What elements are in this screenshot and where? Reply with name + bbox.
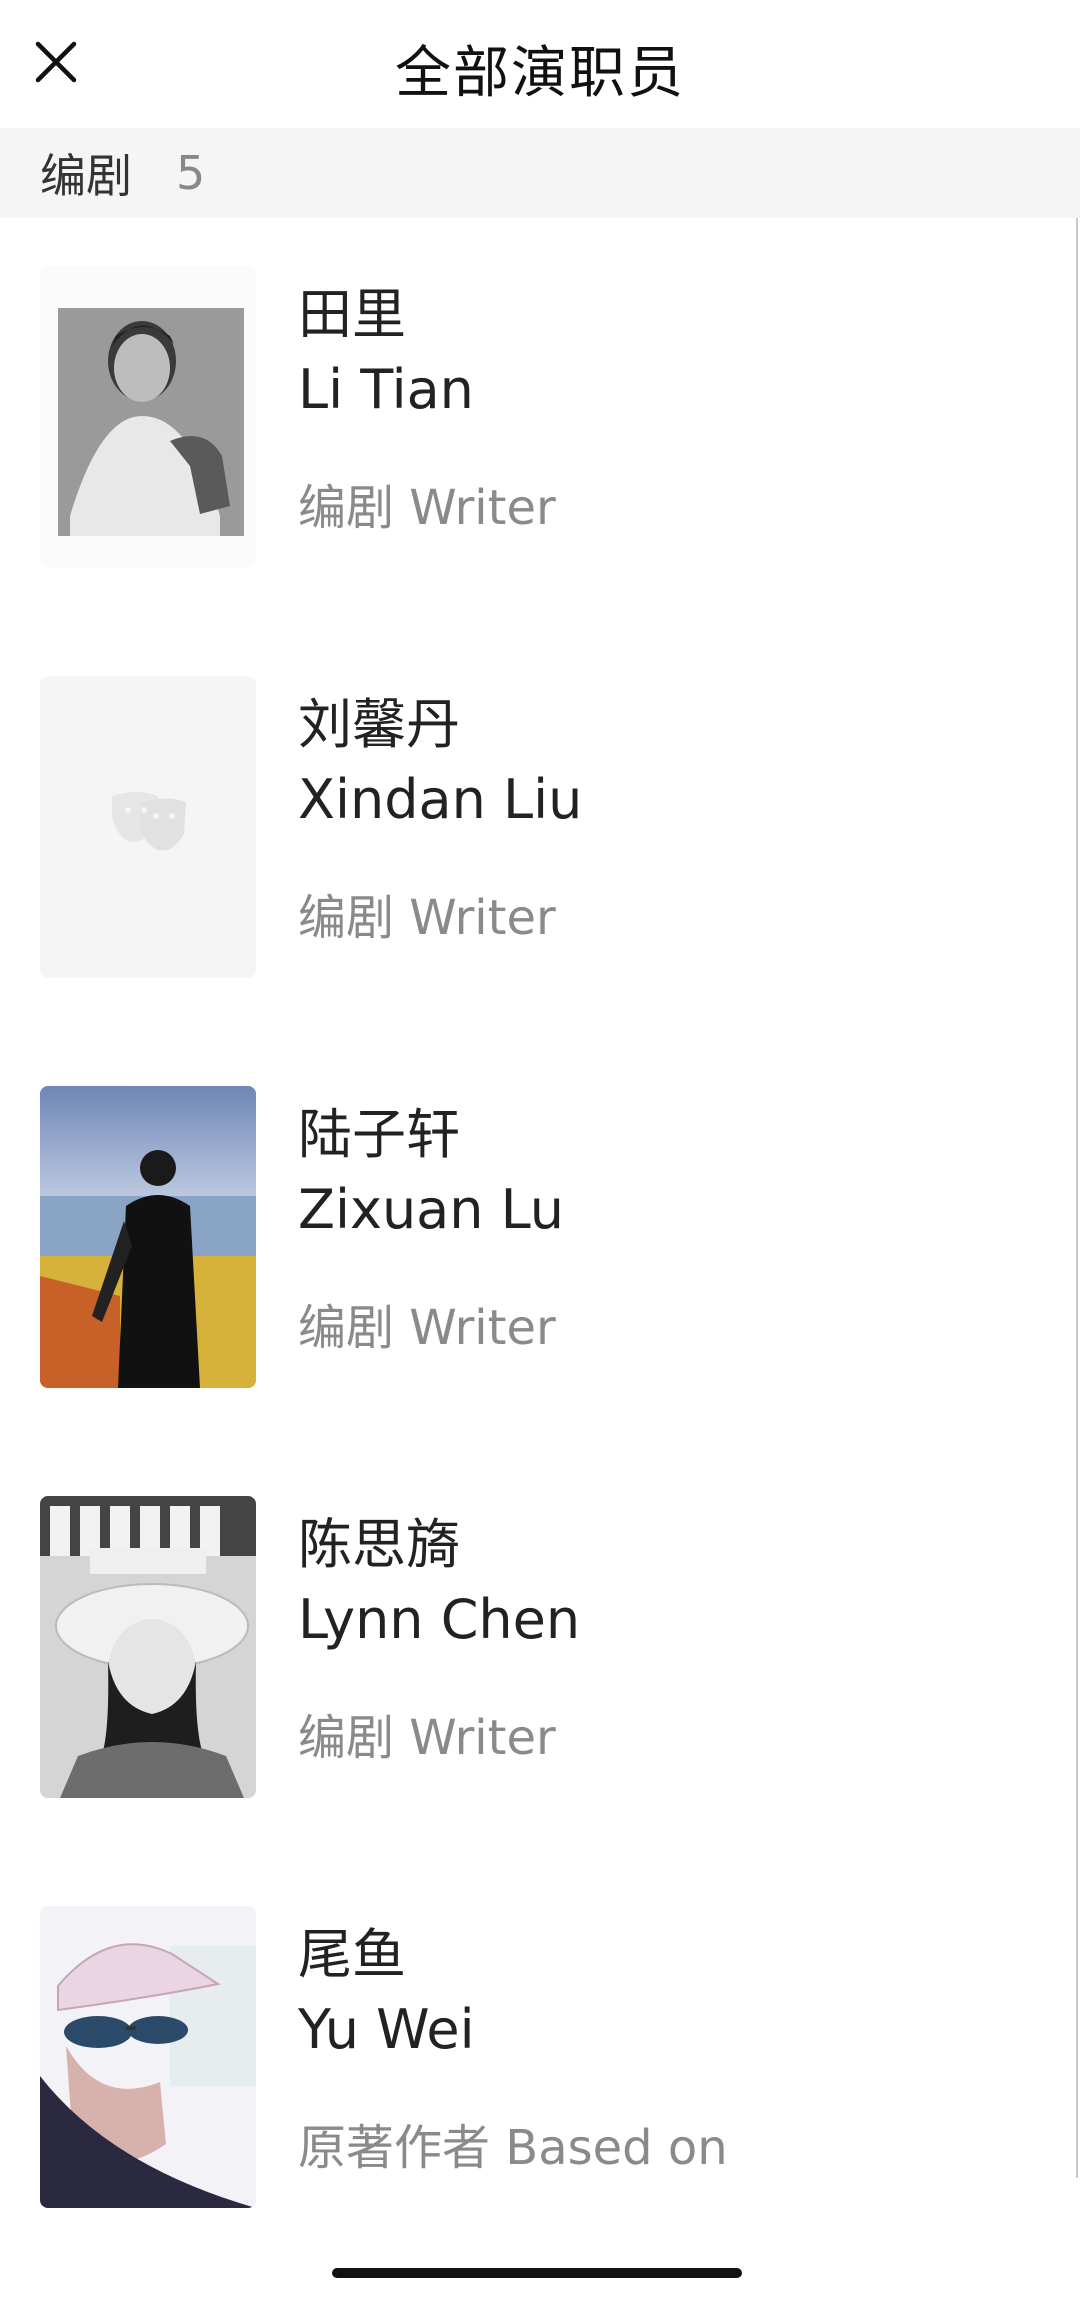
person-name-zh: 陈思旖 [298,1513,460,1576]
person-photo [40,1496,256,1798]
list-item[interactable]: 田里 Li Tian 编剧 Writer [0,218,1076,568]
person-role: 原著作者 Based on [298,2120,728,2176]
portrait-hat-photo [40,1496,256,1798]
person-role: 编剧 Writer [298,1300,556,1356]
page-title: 全部演职员 [395,41,685,106]
person-photo [40,1086,256,1388]
list-item[interactable]: 尾鱼 Yu Wei 原著作者 Based on [0,1858,1076,2208]
list-item[interactable]: 刘馨丹 Xindan Liu 编剧 Writer [0,628,1076,978]
person-name-zh: 尾鱼 [298,1923,406,1986]
list-item[interactable]: 陈思旖 Lynn Chen 编剧 Writer [0,1448,1076,1798]
person-name-zh: 刘馨丹 [298,693,460,756]
portrait-cap-sunglasses-photo [40,1906,256,2208]
person-name-en: Li Tian [298,358,474,421]
list-item[interactable]: 陆子轩 Zixuan Lu 编剧 Writer [0,1038,1076,1388]
section-label: 编剧 [40,149,132,203]
person-name-en: Yu Wei [298,1998,475,2061]
person-name-zh: 陆子轩 [298,1103,460,1166]
theater-masks-icon [40,676,256,978]
portrait-photo [40,266,256,568]
person-photo [40,1906,256,2208]
person-role: 编剧 Writer [298,890,556,946]
person-name-en: Xindan Liu [298,768,583,831]
person-photo-placeholder [40,676,256,978]
person-role: 编剧 Writer [298,480,556,536]
section-header: 编剧 5 [0,128,1080,218]
person-name-en: Lynn Chen [298,1588,581,1651]
person-name-en: Zixuan Lu [298,1178,565,1241]
outdoor-photo [40,1086,256,1388]
top-bar: 全部演职员 [0,0,1080,128]
person-name-zh: 田里 [298,283,406,346]
person-role: 编剧 Writer [298,1710,556,1766]
home-indicator[interactable] [332,2268,742,2278]
scrollbar[interactable] [1076,218,1078,2178]
section-count: 5 [176,146,206,200]
person-photo [40,266,256,568]
